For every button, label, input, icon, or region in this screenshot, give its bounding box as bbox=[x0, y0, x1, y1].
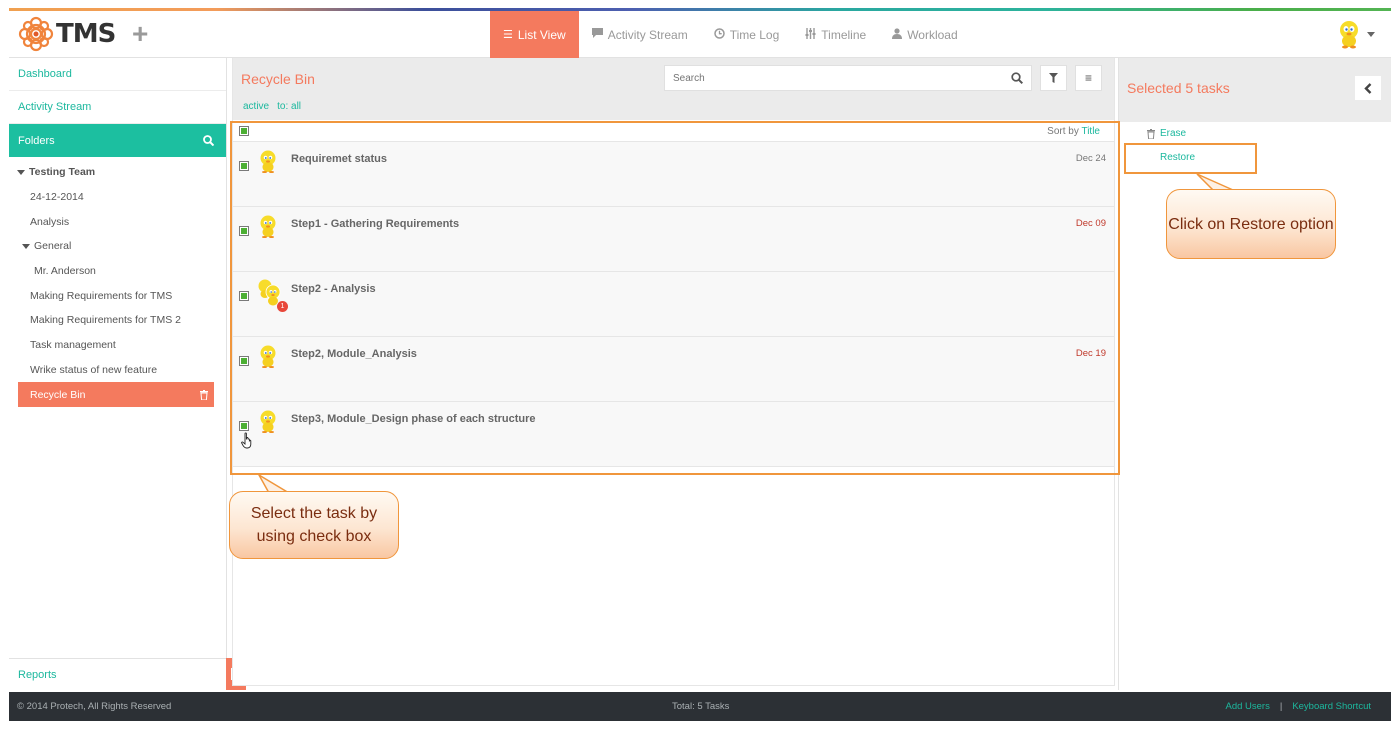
tab-label: Time Log bbox=[729, 27, 780, 42]
tab-workload[interactable]: Workload bbox=[879, 11, 970, 58]
folder-24-12-2014[interactable]: 24-12-2014 bbox=[9, 185, 226, 210]
footer-links: Add Users | Keyboard Shortcut bbox=[1225, 701, 1371, 712]
erase-action[interactable]: Erase bbox=[1147, 128, 1186, 139]
folders-label: Folders bbox=[18, 134, 55, 147]
folder-label: Making Requirements for TMS 2 bbox=[30, 314, 181, 327]
filter-active[interactable]: active bbox=[243, 101, 269, 112]
keyboard-shortcut-link[interactable]: Keyboard Shortcut bbox=[1292, 701, 1371, 712]
erase-label: Erase bbox=[1160, 128, 1187, 139]
user-icon bbox=[892, 27, 903, 42]
select-callout: Select the task by using check box bbox=[229, 491, 399, 559]
sidebar-item-dashboard[interactable]: Dashboard bbox=[9, 58, 226, 91]
tab-activity-stream[interactable]: Activity Stream bbox=[579, 11, 701, 58]
tab-label: Workload bbox=[907, 27, 958, 42]
restore-highlight bbox=[1124, 143, 1257, 174]
logo[interactable]: TMS bbox=[17, 15, 116, 53]
folder-label: Making Requirements for TMS bbox=[30, 289, 173, 302]
tab-timeline[interactable]: Timeline bbox=[792, 11, 879, 58]
folder-label: Recycle Bin bbox=[30, 388, 86, 401]
comment-icon bbox=[591, 28, 603, 41]
folder-label: Mr. Anderson bbox=[34, 265, 96, 278]
list-icon: ☰ bbox=[503, 29, 513, 41]
caret-down-icon[interactable] bbox=[22, 243, 30, 249]
folder-mr-anderson[interactable]: Mr. Anderson bbox=[9, 259, 226, 284]
folder-label: Testing Team bbox=[29, 166, 96, 179]
tab-time-log[interactable]: Time Log bbox=[701, 11, 793, 58]
selection-title: Selected 5 tasks bbox=[1127, 80, 1230, 96]
copyright-text: © 2014 Protech, All Rights Reserved bbox=[17, 701, 172, 712]
clock-icon bbox=[713, 27, 725, 42]
tab-list-view[interactable]: ☰ List View bbox=[490, 11, 579, 58]
sidebar-item-activity-stream[interactable]: Activity Stream bbox=[9, 91, 226, 124]
search-icon[interactable] bbox=[203, 135, 214, 146]
list-header: Recycle Bin active to: all ≡ bbox=[233, 58, 1114, 120]
folder-making-requirements[interactable]: Making Requirements for TMS bbox=[9, 283, 226, 308]
collapse-panel-button[interactable] bbox=[1355, 76, 1381, 100]
hamburger-icon: ≡ bbox=[1084, 71, 1092, 85]
folder-label: 24-12-2014 bbox=[30, 191, 84, 204]
search-icon[interactable] bbox=[1011, 72, 1023, 84]
footer: © 2014 Protech, All Rights Reserved Tota… bbox=[9, 692, 1391, 721]
folder-label: Task management bbox=[30, 339, 116, 352]
menu-button[interactable]: ≡ bbox=[1075, 65, 1102, 91]
app-header: TMS + ☰ List View Activity Stream Time L… bbox=[9, 11, 1391, 58]
sidebar: Dashboard Activity Stream Folders Testin… bbox=[9, 58, 227, 690]
avatar bbox=[1340, 21, 1358, 49]
active-filters: active to: all bbox=[243, 101, 309, 112]
view-tabs: ☰ List View Activity Stream Time Log Tim… bbox=[490, 11, 971, 58]
sliders-icon bbox=[805, 27, 816, 42]
trash-icon[interactable] bbox=[200, 389, 208, 400]
add-users-link[interactable]: Add Users bbox=[1225, 701, 1269, 712]
trash-icon bbox=[1147, 128, 1155, 139]
folder-task-management[interactable]: Task management bbox=[9, 333, 226, 358]
chevron-down-icon bbox=[1367, 31, 1375, 37]
tab-label: Timeline bbox=[821, 27, 867, 42]
filter-icon bbox=[1049, 73, 1058, 83]
logo-text: TMS bbox=[56, 19, 116, 49]
sidebar-folders-header[interactable]: Folders bbox=[9, 124, 226, 157]
folder-general[interactable]: General bbox=[9, 234, 226, 259]
filter-to-all[interactable]: to: all bbox=[277, 101, 301, 112]
folder-making-requirements-2[interactable]: Making Requirements for TMS 2 bbox=[9, 308, 226, 333]
folder-label: Analysis bbox=[30, 215, 70, 228]
folder-analysis[interactable]: Analysis bbox=[9, 209, 226, 234]
restore-callout: Click on Restore option bbox=[1166, 189, 1336, 259]
footer-separator: | bbox=[1279, 701, 1283, 712]
folder-recycle-bin[interactable]: Recycle Bin bbox=[18, 382, 214, 407]
folder-label: General bbox=[34, 240, 72, 253]
add-plus-button[interactable]: + bbox=[132, 20, 148, 48]
total-tasks: Total: 5 Tasks bbox=[672, 701, 730, 712]
logo-flower-icon bbox=[18, 16, 54, 52]
filter-button[interactable] bbox=[1040, 65, 1067, 91]
folder-label: Wrike status of new feature bbox=[30, 363, 158, 376]
selection-header: Selected 5 tasks bbox=[1119, 58, 1391, 122]
search-input[interactable] bbox=[665, 66, 995, 90]
task-list-highlight bbox=[230, 121, 1120, 475]
user-menu[interactable] bbox=[1337, 19, 1375, 49]
folder-wrike-status[interactable]: Wrike status of new feature bbox=[9, 358, 226, 383]
tab-label: List View bbox=[517, 27, 566, 42]
sidebar-item-reports[interactable]: Reports bbox=[9, 658, 227, 690]
page-title: Recycle Bin bbox=[241, 71, 315, 87]
search-box bbox=[664, 65, 1032, 91]
tab-label: Activity Stream bbox=[607, 27, 688, 42]
folder-testing-team[interactable]: Testing Team bbox=[9, 160, 226, 185]
chevron-left-icon bbox=[1364, 82, 1372, 94]
caret-down-icon[interactable] bbox=[17, 169, 25, 175]
